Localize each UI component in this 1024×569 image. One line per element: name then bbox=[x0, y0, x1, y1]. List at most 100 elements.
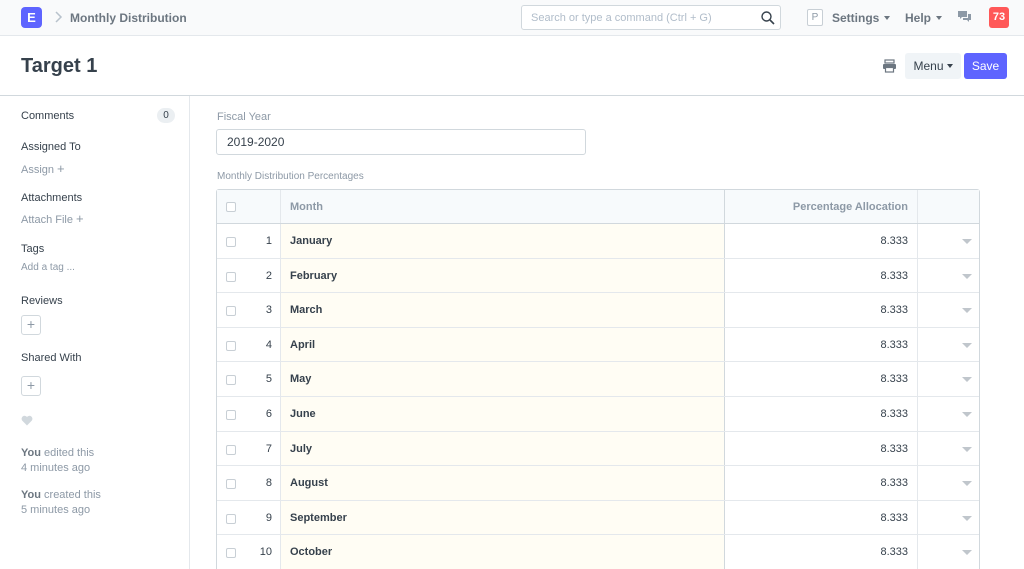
percentage-cell[interactable]: 8.333 bbox=[724, 258, 917, 293]
month-value: May bbox=[290, 373, 312, 386]
month-cell[interactable]: February bbox=[280, 258, 724, 293]
month-cell[interactable]: August bbox=[280, 466, 724, 500]
settings-dropdown[interactable]: Settings bbox=[832, 11, 891, 25]
navbar: E Monthly Distribution P Settings Help 7… bbox=[0, 0, 1024, 36]
percentage-value: 8.333 bbox=[880, 304, 908, 317]
user-avatar[interactable]: P bbox=[807, 9, 823, 26]
chat-icon[interactable] bbox=[957, 10, 972, 25]
month-cell[interactable]: September bbox=[280, 500, 724, 535]
search-icon[interactable] bbox=[760, 10, 776, 26]
print-icon[interactable] bbox=[882, 59, 897, 73]
attach-file-link[interactable]: Attach File + bbox=[21, 211, 84, 226]
row-index: 7 bbox=[265, 442, 272, 455]
row-edit-caret-icon[interactable] bbox=[962, 481, 972, 487]
row-checkbox[interactable] bbox=[226, 548, 236, 559]
activity-time: 5 minutes ago bbox=[21, 504, 91, 516]
breadcrumb[interactable]: Monthly Distribution bbox=[70, 11, 187, 25]
table-row[interactable]: 7 July 8.333 bbox=[217, 431, 979, 467]
month-cell[interactable]: January bbox=[280, 224, 724, 258]
row-edit-caret-icon[interactable] bbox=[962, 273, 972, 279]
month-cell[interactable]: October bbox=[280, 535, 724, 569]
table-row[interactable]: 5 May 8.333 bbox=[217, 362, 979, 397]
percentage-cell[interactable]: 8.333 bbox=[724, 535, 917, 569]
assigned-to-label: Assigned To bbox=[21, 141, 81, 153]
month-cell[interactable]: March bbox=[280, 293, 724, 327]
add-share-button[interactable]: + bbox=[21, 376, 41, 396]
row-edit-caret-icon[interactable] bbox=[962, 515, 972, 521]
month-cell[interactable]: June bbox=[280, 396, 724, 431]
table-row[interactable]: 1 January 8.333 bbox=[217, 224, 979, 259]
activity-item: You edited this 4 minutes ago bbox=[21, 446, 94, 476]
percentage-cell[interactable]: 8.333 bbox=[724, 224, 917, 258]
percentage-cell[interactable]: 8.333 bbox=[724, 362, 917, 396]
percentage-cell[interactable]: 8.333 bbox=[724, 327, 917, 362]
activity-time: 4 minutes ago bbox=[21, 462, 91, 474]
table-row[interactable]: 6 June 8.333 bbox=[217, 396, 979, 432]
row-checkbox[interactable] bbox=[226, 271, 236, 282]
row-checkbox[interactable] bbox=[226, 375, 236, 386]
row-index: 3 bbox=[265, 304, 272, 317]
month-value: March bbox=[290, 304, 323, 317]
heart-icon[interactable] bbox=[21, 415, 33, 426]
percentage-value: 8.333 bbox=[880, 269, 908, 282]
row-checkbox[interactable] bbox=[226, 306, 236, 317]
caret-down-icon bbox=[936, 16, 943, 20]
percentage-cell[interactable]: 8.333 bbox=[724, 500, 917, 535]
row-checkbox[interactable] bbox=[226, 409, 236, 420]
page-title: Target 1 bbox=[21, 55, 98, 77]
assign-link[interactable]: Assign + bbox=[21, 161, 65, 176]
percentage-value: 8.333 bbox=[880, 407, 908, 420]
month-value: October bbox=[290, 546, 333, 559]
shared-with-label: Shared With bbox=[21, 352, 82, 364]
page-head: Target 1 Menu Save bbox=[0, 36, 1024, 96]
menu-button[interactable]: Menu bbox=[905, 53, 961, 79]
percentage-cell[interactable]: 8.333 bbox=[724, 396, 917, 431]
search-input[interactable] bbox=[522, 6, 752, 29]
table-row[interactable]: 2 February 8.333 bbox=[217, 258, 979, 294]
row-checkbox[interactable] bbox=[226, 340, 236, 351]
table-row[interactable]: 10 October 8.333 bbox=[217, 535, 979, 569]
row-index: 4 bbox=[265, 338, 272, 351]
row-checkbox[interactable] bbox=[226, 479, 236, 490]
table-row[interactable]: 8 August 8.333 bbox=[217, 466, 979, 501]
search-box bbox=[521, 5, 781, 30]
row-edit-caret-icon[interactable] bbox=[962, 239, 972, 244]
percentage-value: 8.333 bbox=[880, 235, 908, 247]
select-all-checkbox[interactable] bbox=[226, 202, 236, 212]
row-checkbox[interactable] bbox=[226, 237, 236, 247]
month-cell[interactable]: April bbox=[280, 327, 724, 362]
table-row[interactable]: 4 April 8.333 bbox=[217, 327, 979, 363]
percentage-cell[interactable]: 8.333 bbox=[724, 293, 917, 327]
add-tag-link[interactable]: Add a tag ... bbox=[21, 262, 75, 273]
activity-user: You bbox=[21, 489, 41, 501]
row-edit-caret-icon[interactable] bbox=[962, 308, 972, 314]
help-dropdown[interactable]: Help bbox=[905, 11, 943, 25]
chevron-right-icon bbox=[55, 11, 63, 23]
fiscal-year-field[interactable] bbox=[216, 129, 586, 155]
row-index: 6 bbox=[265, 407, 272, 420]
percentage-cell[interactable]: 8.333 bbox=[724, 466, 917, 500]
row-checkbox[interactable] bbox=[226, 513, 236, 524]
row-checkbox[interactable] bbox=[226, 444, 236, 455]
row-edit-caret-icon[interactable] bbox=[962, 411, 972, 417]
month-value: August bbox=[290, 477, 328, 490]
month-cell[interactable]: May bbox=[280, 362, 724, 396]
notification-badge[interactable]: 73 bbox=[989, 7, 1009, 28]
table-row[interactable]: 3 March 8.333 bbox=[217, 293, 979, 328]
row-edit-caret-icon[interactable] bbox=[962, 550, 972, 556]
percentage-value: 8.333 bbox=[880, 373, 908, 386]
row-edit-caret-icon[interactable] bbox=[962, 446, 972, 452]
month-value: September bbox=[290, 511, 347, 524]
month-cell[interactable]: July bbox=[280, 431, 724, 466]
add-review-button[interactable]: + bbox=[21, 315, 41, 335]
app-logo[interactable]: E bbox=[21, 7, 42, 28]
row-edit-caret-icon[interactable] bbox=[962, 342, 972, 348]
plus-icon: + bbox=[57, 161, 65, 176]
percentage-cell[interactable]: 8.333 bbox=[724, 431, 917, 466]
save-button[interactable]: Save bbox=[964, 53, 1007, 79]
row-edit-caret-icon[interactable] bbox=[962, 377, 972, 383]
row-index: 5 bbox=[265, 373, 272, 386]
row-index: 1 bbox=[265, 235, 272, 247]
percentage-value: 8.333 bbox=[880, 442, 908, 455]
table-row[interactable]: 9 September 8.333 bbox=[217, 500, 979, 536]
